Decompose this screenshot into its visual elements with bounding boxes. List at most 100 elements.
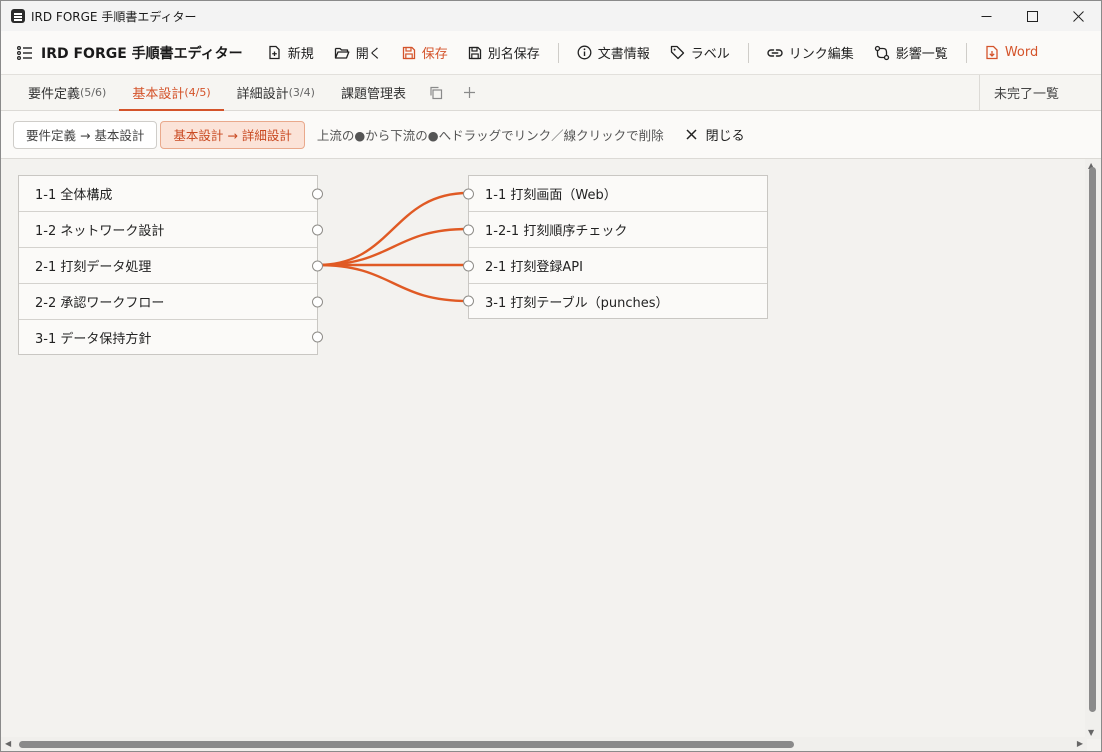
tab-issue-tracker[interactable]: 課題管理表 <box>328 75 419 110</box>
upstream-list: 1-1 全体構成 1-2 ネットワーク設計 2-1 打刻データ処理 2-2 承認ワーク… <box>18 175 323 355</box>
output-port-handle[interactable] <box>312 296 323 307</box>
downstream-item: 2-1 打刻登録API <box>463 248 767 284</box>
toolbar-divider <box>557 42 559 63</box>
impact-list-label: 影響一覧 <box>895 47 948 62</box>
title-bar: IRD FORGE 手順書エディター <box>1 1 1101 31</box>
save-as-icon <box>468 46 481 59</box>
toolbar-divider <box>965 42 967 63</box>
tab-label: 基本設計 <box>132 87 185 102</box>
document-tabs: 要件定義 (5/6) 基本設計 (4/5) 詳細設計 (3/4) 課題管理表 未完了一… <box>1 75 1101 111</box>
label-label: ラベル <box>690 47 730 62</box>
impact-list-button[interactable]: 影響一覧 <box>864 38 958 68</box>
downstream-item-label: 1-1 打刻画面（Web） <box>485 188 617 203</box>
add-tab-button[interactable] <box>453 75 486 110</box>
main-toolbar: IRD FORGE 手順書エディター 新規 開く 保存 別名保存 文書情報 ラベ… <box>1 31 1101 75</box>
downstream-item: 1-1 打刻画面（Web） <box>463 176 767 212</box>
scroll-left-icon[interactable]: ◀ <box>5 739 11 748</box>
open-button[interactable]: 開く <box>324 38 392 68</box>
pair-basic-detail-button[interactable]: 基本設計 → 詳細設計 <box>160 120 305 149</box>
vertical-scroll-thumb[interactable] <box>1089 167 1096 712</box>
tab-detailed-design[interactable]: 詳細設計 (3/4) <box>224 75 328 110</box>
downstream-item: 3-1 打刻テーブル（punches） <box>463 284 767 318</box>
upstream-item-label: 3-1 データ保持方針 <box>35 331 152 347</box>
output-port-handle[interactable] <box>312 188 323 199</box>
brand: IRD FORGE 手順書エディター <box>17 43 243 63</box>
output-port-handle[interactable] <box>312 224 323 235</box>
word-export-button[interactable]: Word <box>975 38 1048 68</box>
toolbar-divider <box>747 42 749 63</box>
doc-info-label: 文書情報 <box>597 47 650 62</box>
input-port-handle[interactable] <box>463 260 474 271</box>
scroll-down-icon[interactable]: ▼ <box>1088 728 1094 737</box>
link-edit-button[interactable]: リンク編集 <box>757 38 864 68</box>
upstream-item: 2-2 承認ワークフロー <box>19 284 323 320</box>
upstream-item: 3-1 データ保持方針 <box>19 320 323 354</box>
window-title: IRD FORGE 手順書エディター <box>31 9 197 24</box>
close-link-edit-button[interactable]: 閉じる <box>686 125 745 144</box>
close-window-button[interactable] <box>1055 1 1101 31</box>
input-port-handle[interactable] <box>463 224 474 235</box>
upstream-item-label: 1-2 ネットワーク設計 <box>35 224 165 239</box>
downstream-list: 1-1 打刻画面（Web） 1-2-1 打刻順序チェック 2-1 打刻登録API 3-… <box>463 175 768 319</box>
horizontal-scrollbar[interactable]: ◀ ▶ <box>1 737 1087 751</box>
app-icon <box>11 9 25 23</box>
new-file-icon <box>269 45 280 60</box>
close-icon <box>686 129 697 140</box>
save-button[interactable]: 保存 <box>392 38 458 68</box>
minimize-button[interactable] <box>963 1 1009 31</box>
close-icon <box>1072 10 1084 22</box>
window-controls <box>963 1 1101 31</box>
minimize-icon <box>981 15 991 17</box>
link-line[interactable] <box>317 227 469 267</box>
downstream-item-label: 3-1 打刻テーブル（punches） <box>485 295 669 311</box>
tab-label: 要件定義 <box>28 87 81 102</box>
upstream-item-label: 2-2 承認ワークフロー <box>35 296 165 311</box>
upstream-item: 1-1 全体構成 <box>19 176 323 212</box>
tab-basic-design[interactable]: 基本設計 (4/5) <box>119 75 224 111</box>
link-icon <box>767 48 783 57</box>
downstream-item-label: 1-2-1 打刻順序チェック <box>485 224 628 239</box>
incomplete-list-button[interactable]: 未完了一覧 <box>978 75 1101 110</box>
save-as-button[interactable]: 別名保存 <box>458 38 550 68</box>
doc-info-button[interactable]: 文書情報 <box>567 38 660 68</box>
input-port-handle[interactable] <box>463 188 474 199</box>
output-port-handle[interactable] <box>312 260 323 271</box>
new-button[interactable]: 新規 <box>257 38 324 68</box>
duplicate-tab-button[interactable] <box>419 75 453 110</box>
word-export-label: Word <box>1004 45 1039 60</box>
incomplete-list-label: 未完了一覧 <box>993 87 1059 102</box>
maximize-icon <box>1026 10 1038 22</box>
close-label: 閉じる <box>705 129 745 144</box>
link-edit-label: リンク編集 <box>788 47 854 62</box>
horizontal-scroll-thumb[interactable] <box>19 741 794 748</box>
link-canvas: 1-1 全体構成 1-2 ネットワーク設計 2-1 打刻データ処理 2-2 承認ワーク… <box>1 159 1087 739</box>
scroll-right-icon[interactable]: ▶ <box>1077 739 1083 748</box>
downstream-item: 1-2-1 打刻順序チェック <box>463 212 767 248</box>
maximize-button[interactable] <box>1009 1 1055 31</box>
output-port-handle[interactable] <box>312 331 323 343</box>
tag-icon <box>670 45 684 60</box>
folder-icon <box>334 47 350 59</box>
tab-label: 詳細設計 <box>236 87 289 102</box>
link-line[interactable] <box>317 191 469 267</box>
link-line[interactable] <box>317 263 469 303</box>
info-icon <box>577 45 592 60</box>
pair-label: 要件定義 → 基本設計 <box>26 128 145 143</box>
vertical-scrollbar[interactable]: ▲ ▼ <box>1085 159 1101 739</box>
list-icon <box>17 45 32 60</box>
tab-label: 課題管理表 <box>340 87 406 102</box>
label-button[interactable]: ラベル <box>660 38 740 68</box>
tab-count: (3/4) <box>288 86 315 99</box>
pair-req-basic-button[interactable]: 要件定義 → 基本設計 <box>13 120 158 149</box>
save-as-label: 別名保存 <box>487 47 540 62</box>
plus-icon <box>463 87 475 98</box>
upstream-item: 2-1 打刻データ処理 <box>19 248 323 284</box>
open-label: 開く <box>355 47 382 62</box>
pair-label: 基本設計 → 詳細設計 <box>173 128 292 143</box>
tab-requirements[interactable]: 要件定義 (5/6) <box>15 75 119 110</box>
input-port-handle[interactable] <box>463 295 474 307</box>
tab-count: (4/5) <box>184 86 211 99</box>
downstream-item-label: 2-1 打刻登録API <box>485 260 583 275</box>
download-file-icon <box>986 45 998 60</box>
impact-icon <box>874 45 889 60</box>
